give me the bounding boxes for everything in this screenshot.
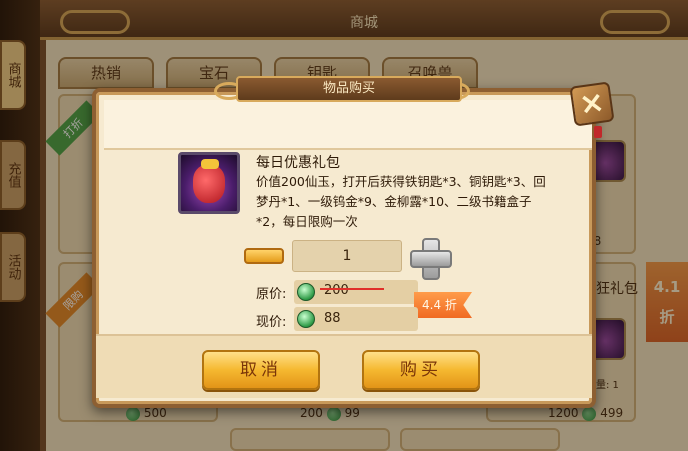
item-name: 每日优惠礼包 xyxy=(256,155,340,171)
jade-currency-icon xyxy=(297,310,315,328)
current-price-label: 现价: xyxy=(256,315,287,330)
buy-button[interactable]: 购买 xyxy=(362,350,480,390)
close-button[interactable]: × xyxy=(569,81,615,127)
dialog-title: 物品购买 xyxy=(236,76,462,102)
tassel-decoration xyxy=(594,126,602,138)
original-price: 200 xyxy=(324,283,349,298)
current-price: 88 xyxy=(324,311,341,326)
discount-badge: 4.4 折 xyxy=(414,292,472,318)
quantity-input[interactable]: 1 xyxy=(292,240,402,272)
close-icon: × xyxy=(577,84,607,123)
strikethrough-line xyxy=(320,288,384,290)
bag-shape xyxy=(193,165,225,203)
item-description: 价值200仙玉，打开后获得铁钥匙*3、铜钥匙*3、回梦丹*1、一级钨金*9、金柳… xyxy=(256,174,546,229)
original-price-label: 原价: xyxy=(256,287,287,302)
dialog-footer xyxy=(96,334,592,398)
bag-knot xyxy=(201,159,219,169)
quantity-increase-button[interactable] xyxy=(408,236,452,280)
quantity-decrease-button[interactable] xyxy=(244,248,284,264)
red-lucky-bag-icon xyxy=(178,152,240,214)
jade-currency-icon xyxy=(297,283,315,301)
dialog-header-bar xyxy=(104,100,592,150)
cancel-button[interactable]: 取消 xyxy=(202,350,320,390)
